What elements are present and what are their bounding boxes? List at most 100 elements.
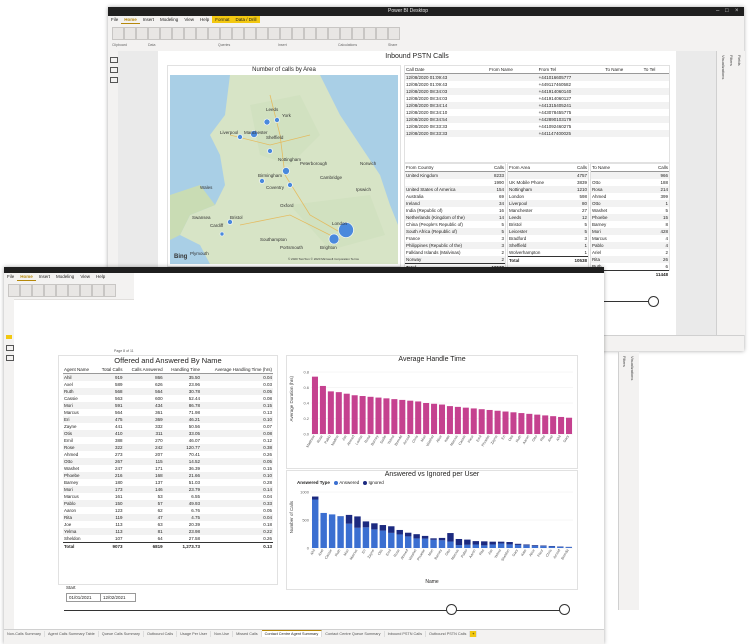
table-row[interactable]: Phoebe 216 168 21.66 0.10 xyxy=(63,472,273,479)
back-menu-insert[interactable]: Insert xyxy=(140,16,157,23)
table-row[interactable]: Aaron 123 62 6.76 0.05 xyxy=(63,507,273,514)
map-visual[interactable]: Number of calls by Area Leeds York Liver… xyxy=(167,65,401,267)
uk-map[interactable] xyxy=(170,75,398,264)
back-ribbon-button[interactable] xyxy=(208,27,220,40)
column-header[interactable]: Calls xyxy=(636,164,669,172)
avi-bar-answered[interactable] xyxy=(557,546,564,548)
column-header[interactable]: Calls xyxy=(485,164,505,172)
column-header[interactable]: To Name xyxy=(591,164,637,172)
avi-chart[interactable]: 05001000Ahil Axel Cassie Ruth Mori Marcus Eri Z… xyxy=(297,486,575,580)
back-ribbon-button[interactable] xyxy=(316,27,328,40)
table-row[interactable]: Rita 26 xyxy=(591,256,669,263)
slicer-from-input[interactable]: 01/01/2021 xyxy=(66,593,102,602)
table-row[interactable]: 966 xyxy=(591,171,669,179)
back-ribbon-button[interactable] xyxy=(256,27,268,40)
avi-bar-answered[interactable] xyxy=(464,544,471,548)
table-row[interactable]: Pablo 4 xyxy=(591,242,669,249)
back-ribbon-button[interactable] xyxy=(148,27,160,40)
avi-bar-ignored[interactable] xyxy=(354,516,361,528)
table-row[interactable]: 12/08/2020 01:09:43 +449117460582 xyxy=(405,81,669,88)
avi-bar-answered[interactable] xyxy=(548,546,556,548)
avi-bar-answered[interactable] xyxy=(371,529,378,548)
table-row[interactable]: Ireland 34 xyxy=(405,200,505,207)
table-row[interactable]: Manchester 27 xyxy=(508,207,588,214)
table-row[interactable]: Sheffield 1 xyxy=(508,242,588,249)
avi-bar-answered[interactable] xyxy=(421,538,429,548)
front-menu-insert[interactable]: Insert xyxy=(36,273,53,280)
slider-end-handle[interactable] xyxy=(648,296,659,307)
aht-bar[interactable] xyxy=(534,414,541,434)
avi-bar-ignored[interactable] xyxy=(430,538,437,540)
front-menu-home[interactable]: Home xyxy=(17,273,36,281)
avi-bar-ignored[interactable] xyxy=(506,542,513,545)
table-row[interactable]: Eri 475 369 46.21 0.10 xyxy=(63,416,273,423)
aht-bar[interactable] xyxy=(438,404,446,434)
table-row[interactable]: Wolverhampton 1 xyxy=(508,249,588,257)
avi-bar-answered[interactable] xyxy=(337,516,344,548)
front-pane-filters[interactable]: Filters xyxy=(622,356,627,367)
table-row[interactable]: India (Republic of) 16 xyxy=(405,207,505,214)
table-row[interactable]: Mori 428 xyxy=(591,228,669,235)
avi-bar-answered[interactable] xyxy=(455,545,463,548)
avi-bar-answered[interactable] xyxy=(320,512,327,548)
avi-bar-ignored[interactable] xyxy=(455,538,463,546)
back-menu-format[interactable]: Format xyxy=(212,16,233,23)
table-row[interactable]: China (People's Republic of) 5 xyxy=(405,221,505,228)
table-row[interactable]: Liverpool 80 xyxy=(508,200,588,207)
report-view-icon[interactable] xyxy=(6,335,12,339)
column-header[interactable]: Total Calls xyxy=(95,366,124,374)
back-ribbon-button[interactable] xyxy=(232,27,244,40)
avi-bar-ignored[interactable] xyxy=(497,541,505,544)
country-table-visual[interactable]: From Country Calls United Kingdom 8233 1990 U… xyxy=(404,163,506,271)
table-row[interactable]: Leicester 5 xyxy=(508,228,588,235)
avi-bar-answered[interactable] xyxy=(506,544,513,548)
column-header[interactable]: Average Handling Time (hrs) xyxy=(201,366,273,374)
avi-bar-answered[interactable] xyxy=(447,541,454,548)
avi-bar-answered[interactable] xyxy=(481,545,488,548)
table-row[interactable]: Ahmed 399 xyxy=(591,193,669,200)
table-row[interactable]: United States of America 154 xyxy=(405,186,505,193)
table-row[interactable]: Norway 2 xyxy=(405,256,505,264)
table-row[interactable]: Phoebe 15 xyxy=(591,214,669,221)
aht-bar[interactable] xyxy=(351,395,358,434)
table-row[interactable]: Bradford 3 xyxy=(508,235,588,242)
front-ribbon-button[interactable] xyxy=(20,284,32,297)
column-header[interactable]: Agent Name xyxy=(63,366,96,374)
table-row[interactable]: 12/08/2020 08:34:03 +441914060127 xyxy=(405,95,669,102)
table-row[interactable]: Mori 173 146 23.79 0.14 xyxy=(63,486,273,493)
back-menu-home[interactable]: Home xyxy=(121,16,140,24)
avi-bar-ignored[interactable] xyxy=(362,521,370,528)
table-row[interactable]: Joe 113 63 20.39 0.18 xyxy=(63,521,273,528)
aht-bar[interactable] xyxy=(510,412,517,434)
column-header[interactable]: To Tel xyxy=(642,66,669,74)
table-row[interactable]: Washet 5 xyxy=(591,207,669,214)
back-ribbon-button[interactable] xyxy=(376,27,388,40)
back-ribbon-button[interactable] xyxy=(304,27,316,40)
aht-bar[interactable] xyxy=(399,399,406,434)
avi-bar-answered[interactable] xyxy=(531,545,539,548)
column-header[interactable]: Calls Answered xyxy=(123,366,164,374)
table-row[interactable]: Axel 589 626 23.96 0.03 xyxy=(63,381,273,388)
column-header[interactable]: From Name xyxy=(488,66,538,74)
avi-bar-answered[interactable] xyxy=(354,527,361,548)
slicer-to-input[interactable]: 12/02/2021 xyxy=(100,593,136,602)
table-row[interactable]: Otto 1 xyxy=(591,200,669,207)
avi-bar-ignored[interactable] xyxy=(514,543,522,545)
back-menu-view[interactable]: View xyxy=(181,16,197,23)
table-row[interactable]: Sheldon 107 64 27.58 0.26 xyxy=(63,535,273,543)
table-row[interactable]: 12/08/2020 08:34:03 +441914060140 xyxy=(405,88,669,95)
column-header[interactable]: From Tel xyxy=(537,66,605,74)
front-slider-track[interactable] xyxy=(64,610,560,611)
back-menu-file[interactable]: File xyxy=(108,16,121,23)
back-ribbon-button[interactable] xyxy=(112,27,124,40)
table-row[interactable]: 1990 xyxy=(405,179,505,186)
table-row[interactable]: France 3 xyxy=(405,235,505,242)
minimize-icon[interactable]: – xyxy=(716,8,719,14)
model-view-icon[interactable] xyxy=(110,77,118,83)
aht-bar[interactable] xyxy=(446,406,453,434)
back-ribbon-button[interactable] xyxy=(124,27,136,40)
column-header[interactable]: Calls xyxy=(565,164,588,172)
aht-bar[interactable] xyxy=(494,410,501,434)
avi-bar-answered[interactable] xyxy=(497,543,505,548)
front-ribbon-button[interactable] xyxy=(44,284,56,297)
